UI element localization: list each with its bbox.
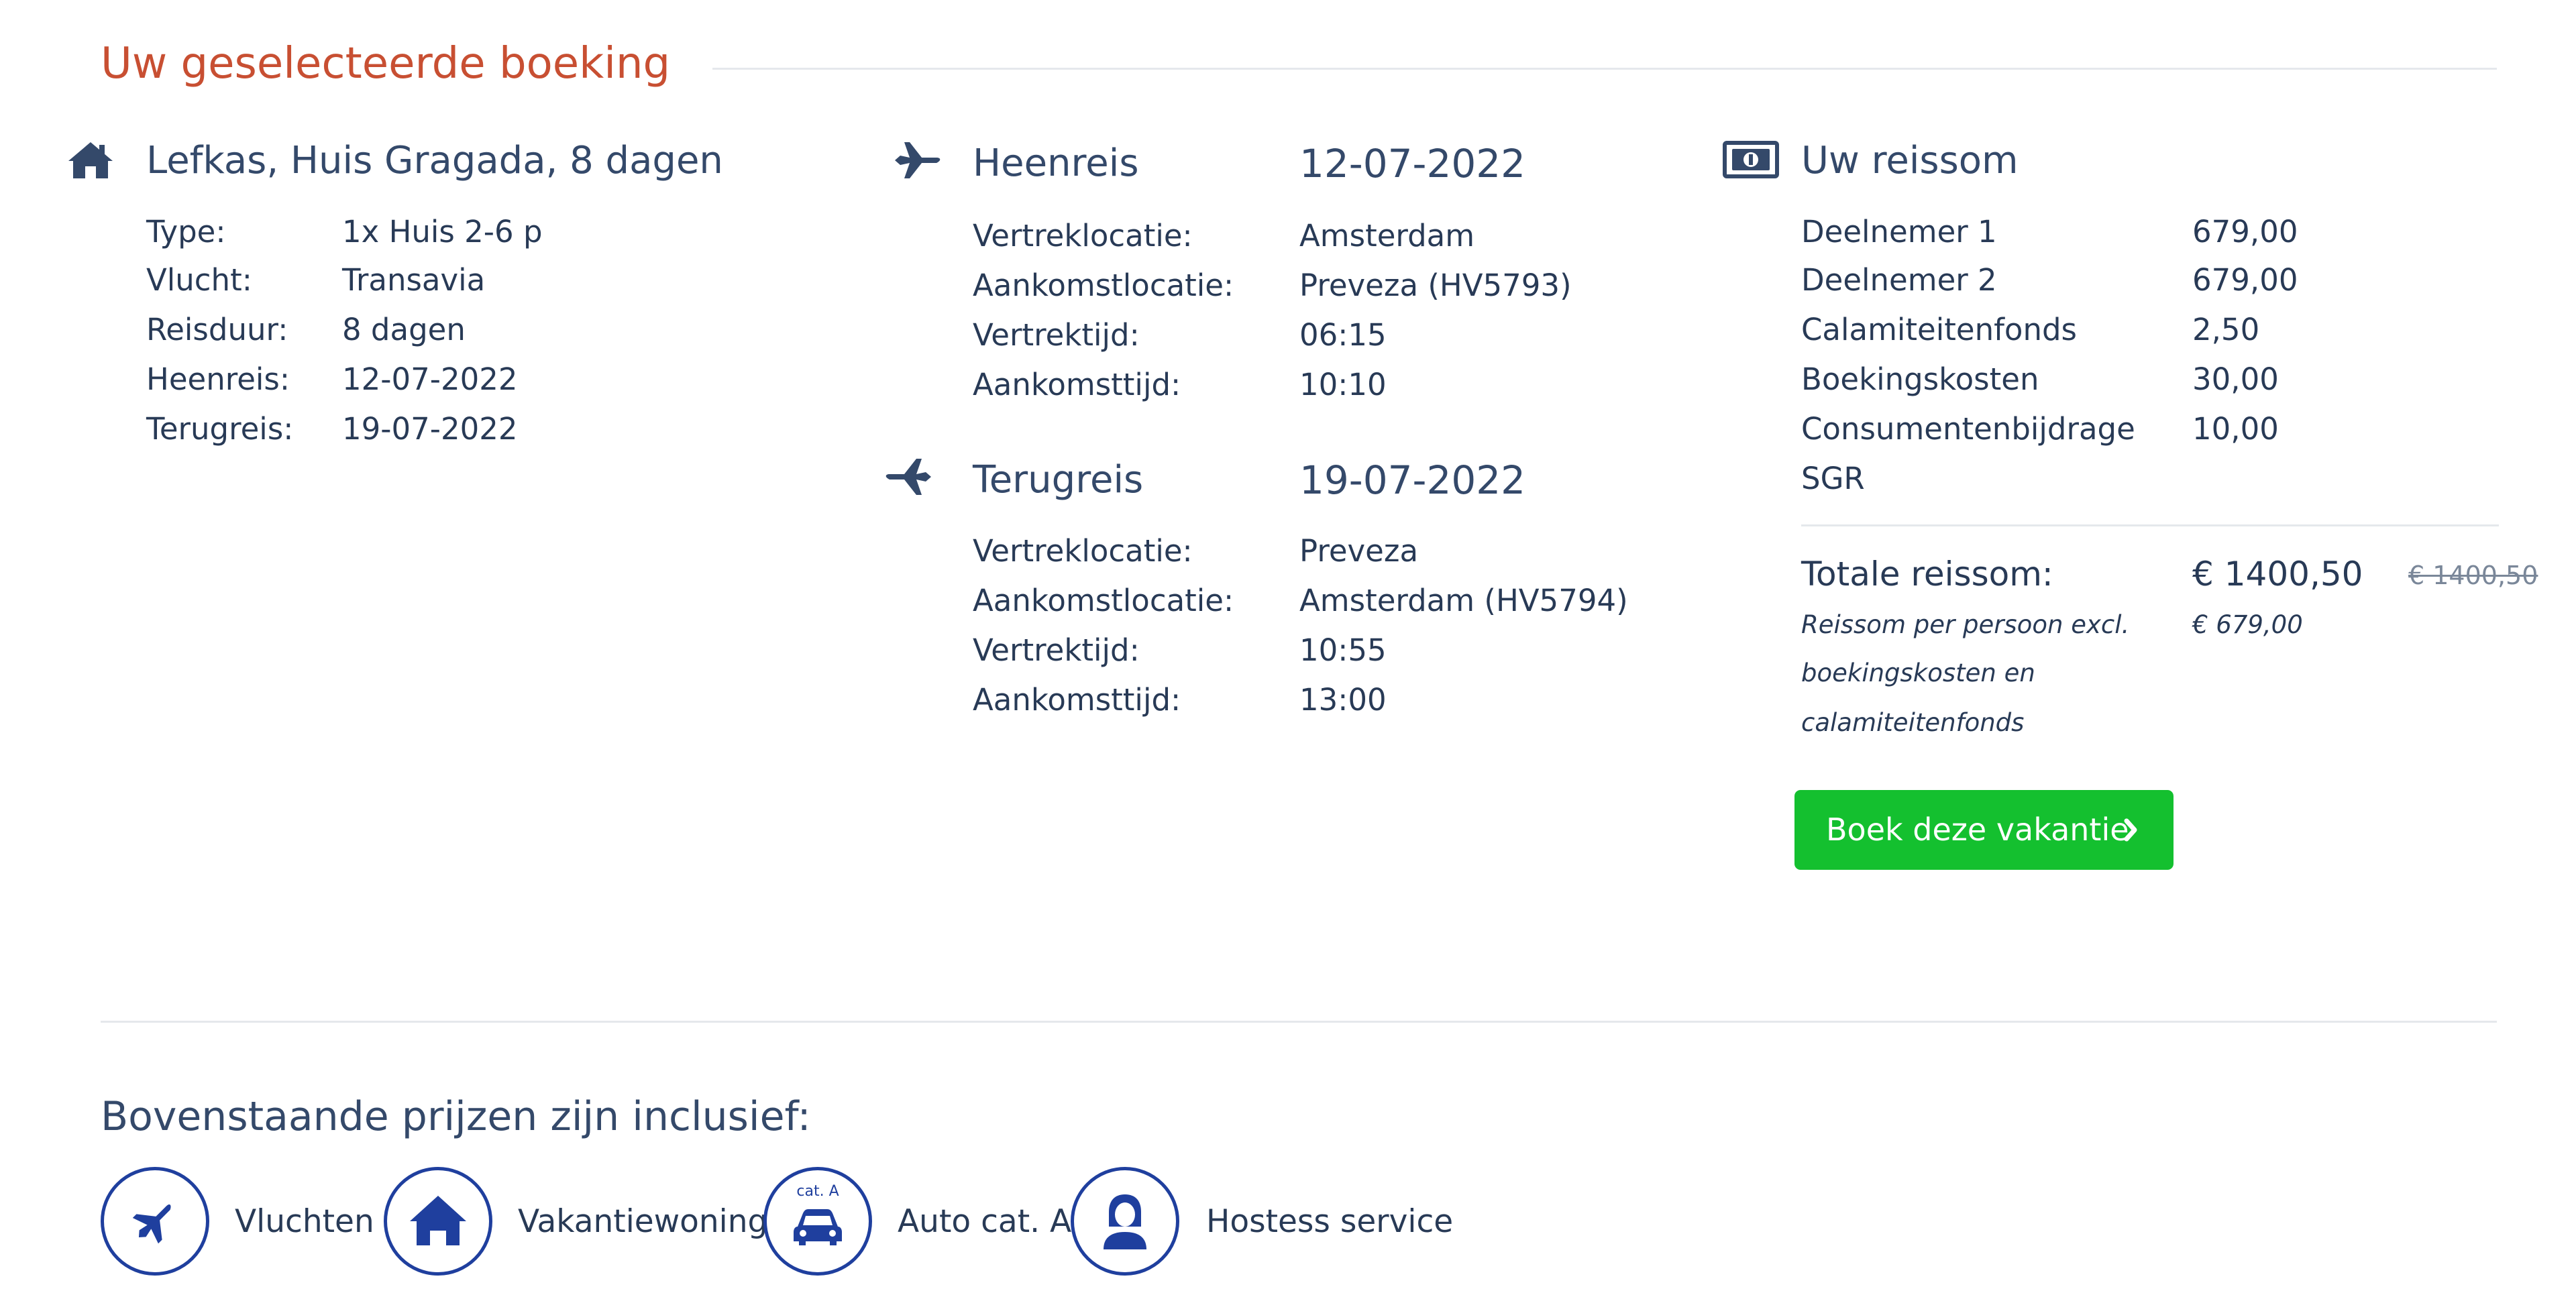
pp-value: € 679,00 <box>2192 610 2303 639</box>
price-value-booking-costs: 30,00 <box>2192 361 2279 397</box>
ret-label-departure: Vertreklocatie: <box>973 533 1193 569</box>
car-category-badge: cat. A <box>796 1183 839 1200</box>
pp-note-line-1: Reissom per persoon excl. <box>1801 610 2130 639</box>
pp-note-line-2: boekingskosten en <box>1801 659 2035 687</box>
out-value-departure: Amsterdam <box>1299 218 1475 254</box>
acc-label-outbound: Heenreis: <box>146 361 290 397</box>
ret-label-arrival: Aankomstlocatie: <box>973 583 1234 618</box>
inclusive-label-car: Auto cat. A <box>898 1203 1072 1240</box>
house-icon <box>384 1167 492 1276</box>
ret-value-departure: Preveza <box>1299 533 1419 569</box>
ret-value-arr-time: 13:00 <box>1299 682 1387 718</box>
price-label-participant-1: Deelnemer 1 <box>1801 214 1997 249</box>
inclusive-title: Bovenstaande prijzen zijn inclusief: <box>101 1093 811 1140</box>
ret-label-dep-time: Vertrektijd: <box>973 632 1140 668</box>
plane-return-icon <box>883 456 934 498</box>
car-icon: cat. A <box>763 1167 872 1276</box>
outbound-title: Heenreis <box>973 142 1139 185</box>
acc-value-duration: 8 dagen <box>342 312 466 347</box>
section-divider <box>101 1021 2497 1023</box>
pp-note-line-3: calamiteitenfonds <box>1801 708 2025 737</box>
price-value-calamity: 2,50 <box>2192 312 2260 347</box>
price-value-participant-1: 679,00 <box>2192 214 2298 249</box>
inclusive-label-house: Vakantiewoning <box>518 1203 768 1240</box>
acc-value-outbound: 12-07-2022 <box>342 361 518 397</box>
booking-summary-page: Uw geselecteerde boeking Lefkas, Huis Gr… <box>0 0 2576 1295</box>
book-button-label: Boek deze vakantie <box>1826 811 2129 848</box>
acc-label-duration: Reisduur: <box>146 312 288 347</box>
ret-value-dep-time: 10:55 <box>1299 632 1387 668</box>
plane-icon <box>101 1167 209 1276</box>
book-vacation-button[interactable]: Boek deze vakantie <box>1794 790 2174 870</box>
total-label: Totale reissom: <box>1801 555 2053 594</box>
hostess-icon <box>1071 1167 1179 1276</box>
return-title: Terugreis <box>973 458 1144 502</box>
acc-value-type: 1x Huis 2-6 p <box>342 214 543 249</box>
out-label-arr-time: Aankomsttijd: <box>973 367 1181 402</box>
total-old-price: € 1400,50 <box>2408 561 2538 590</box>
price-divider <box>1801 524 2499 526</box>
price-label-participant-2: Deelnemer 2 <box>1801 262 1997 298</box>
acc-value-return: 19-07-2022 <box>342 411 518 447</box>
ret-value-arrival: Amsterdam (HV5794) <box>1299 583 1628 618</box>
out-label-departure: Vertreklocatie: <box>973 218 1193 254</box>
acc-label-flight: Vlucht: <box>146 262 252 298</box>
price-title: Uw reissom <box>1801 139 2019 182</box>
out-value-dep-time: 06:15 <box>1299 317 1387 353</box>
outbound-date: 12-07-2022 <box>1299 141 1526 186</box>
inclusive-label-flights: Vluchten <box>235 1203 374 1240</box>
out-label-arrival: Aankomstlocatie: <box>973 268 1234 303</box>
acc-label-type: Type: <box>146 214 226 249</box>
inclusive-label-hostess: Hostess service <box>1206 1203 1454 1240</box>
out-value-arrival: Preveza (HV5793) <box>1299 268 1572 303</box>
page-title: Uw geselecteerde boeking <box>101 39 671 89</box>
out-label-dep-time: Vertrektijd: <box>973 317 1140 353</box>
price-label-consumer: Consumentenbijdrage <box>1801 411 2135 447</box>
acc-label-return: Terugreis: <box>146 411 294 447</box>
price-label-calamity: Calamiteitenfonds <box>1801 312 2077 347</box>
house-icon <box>67 139 114 180</box>
money-icon <box>1723 141 1779 178</box>
price-value-participant-2: 679,00 <box>2192 262 2298 298</box>
price-label-sgr: SGR <box>1801 461 1865 496</box>
accommodation-title: Lefkas, Huis Gragada, 8 dagen <box>146 139 723 182</box>
plane-outbound-icon <box>892 139 943 181</box>
price-value-consumer: 10,00 <box>2192 411 2279 447</box>
out-value-arr-time: 10:10 <box>1299 367 1387 402</box>
price-label-booking-costs: Boekingskosten <box>1801 361 2039 397</box>
total-value: € 1400,50 <box>2192 555 2363 594</box>
return-date: 19-07-2022 <box>1299 457 1526 503</box>
acc-value-flight: Transavia <box>342 262 486 298</box>
header-divider <box>712 68 2497 70</box>
ret-label-arr-time: Aankomsttijd: <box>973 682 1181 718</box>
chevron-right-icon <box>2123 790 2140 870</box>
